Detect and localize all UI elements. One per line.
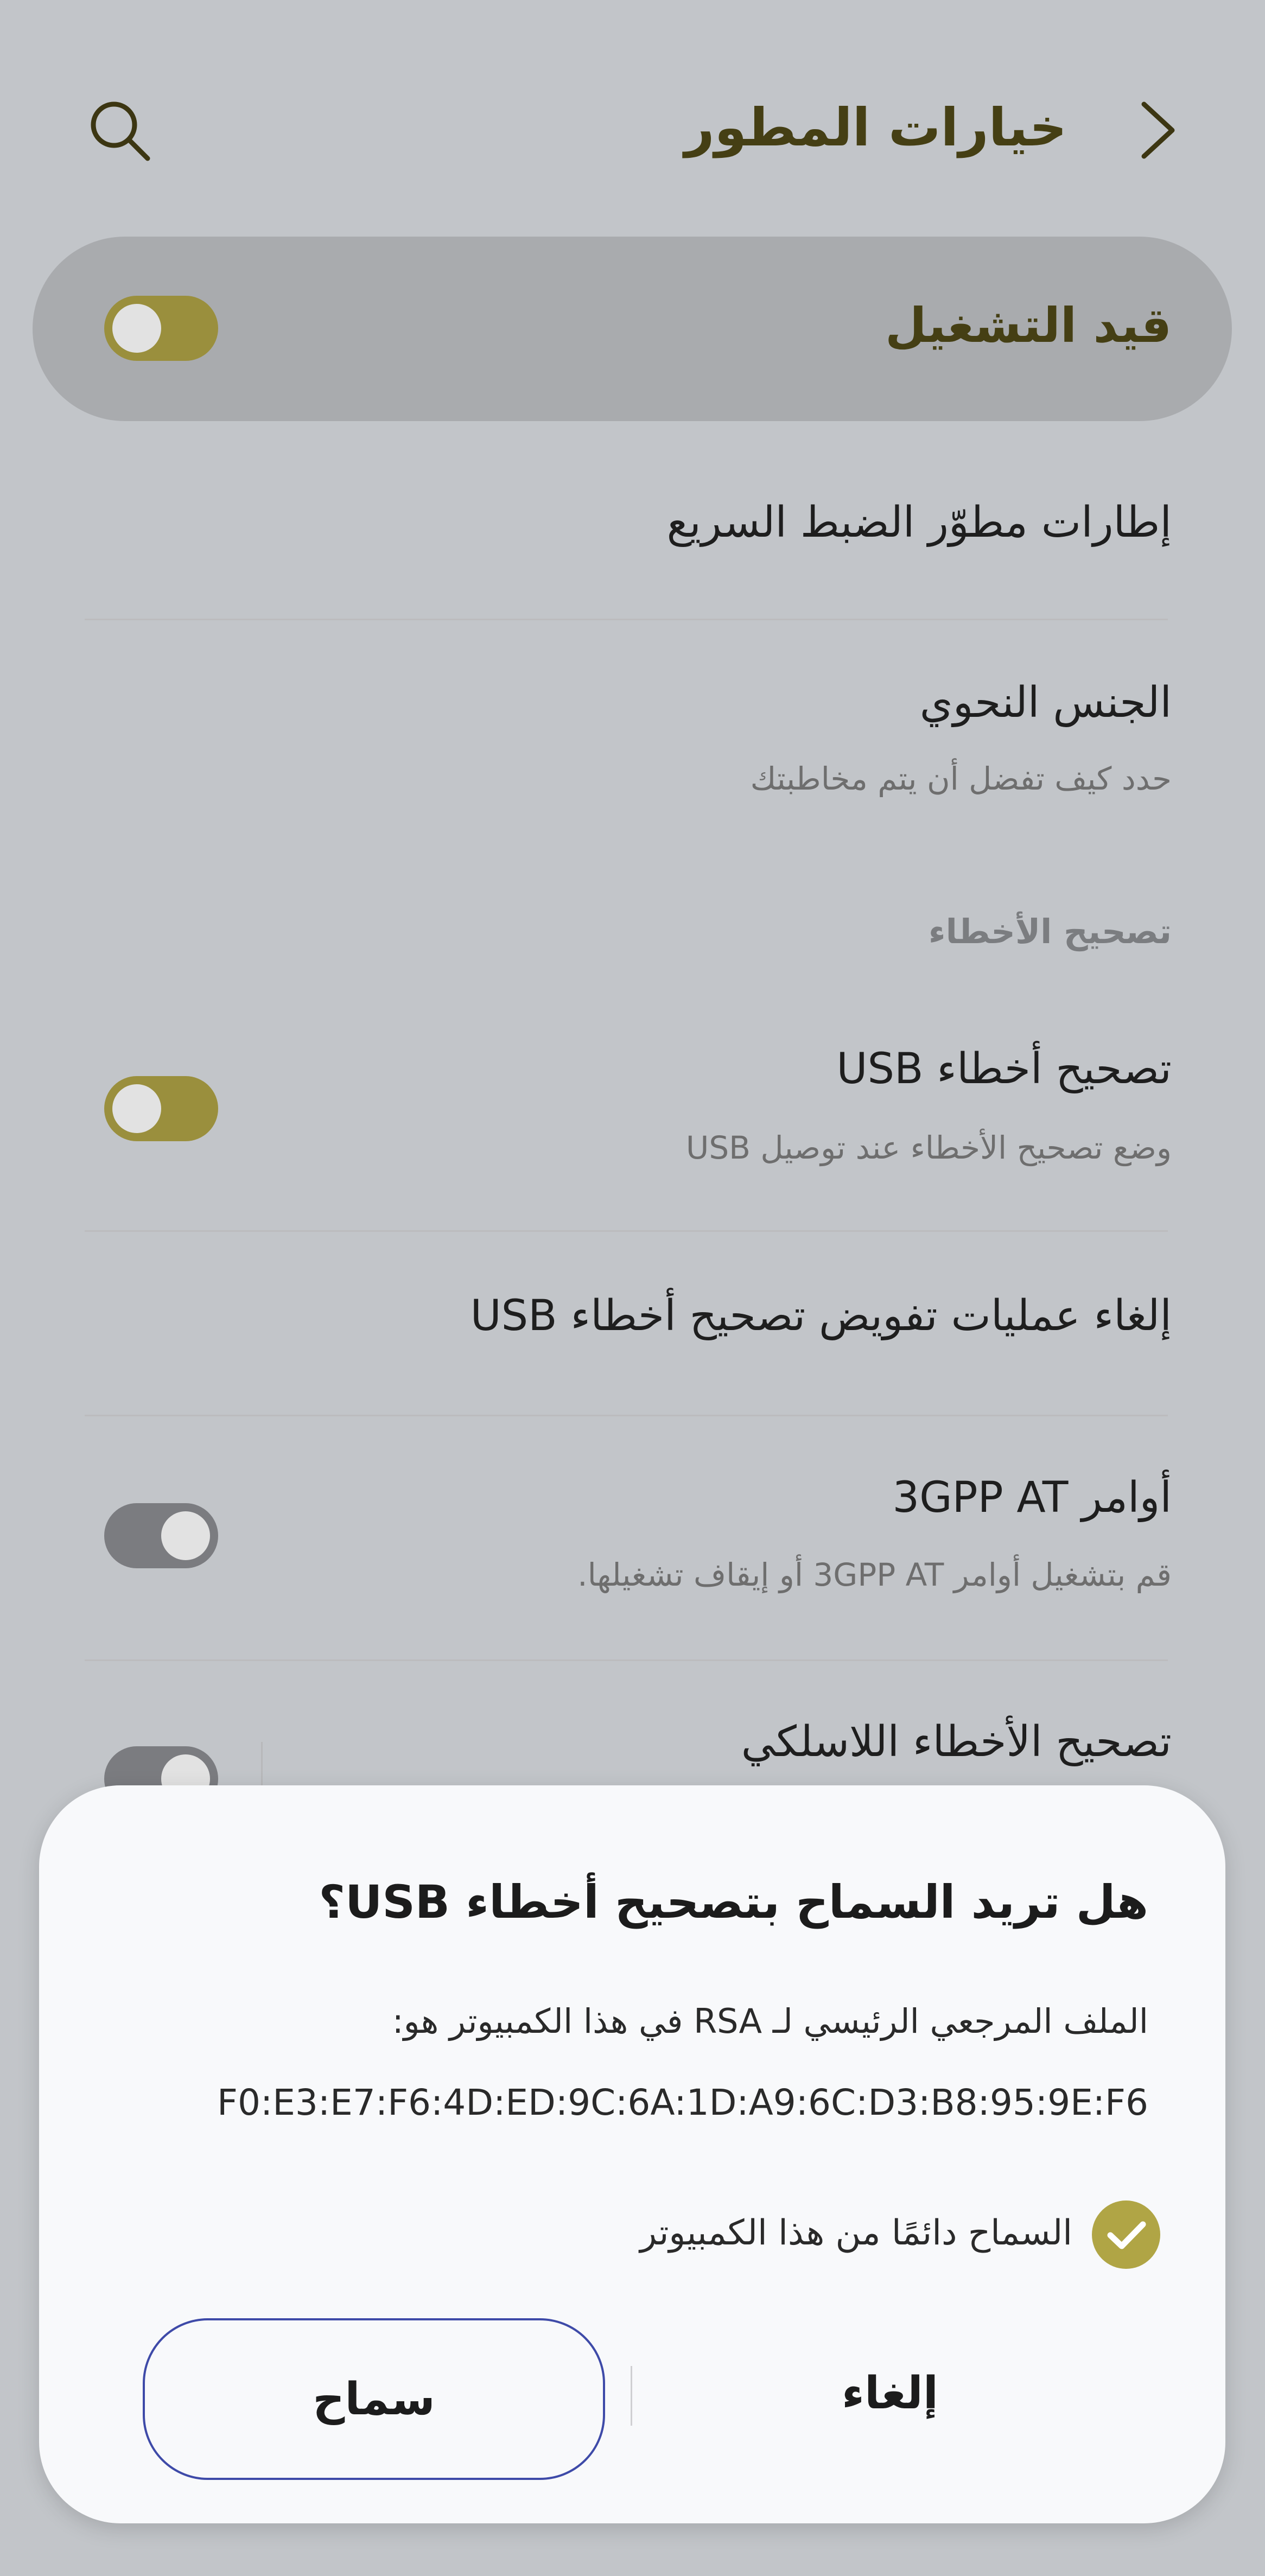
divider <box>85 1415 1168 1416</box>
revoke-usb-auth-item[interactable]: إلغاء عمليات تفويض تصحيح أخطاء USB <box>471 1286 1172 1346</box>
master-switch-label: قيد التشغيل <box>885 297 1172 353</box>
cancel-button[interactable]: إلغاء <box>635 2323 1145 2464</box>
usb-debugging-title[interactable]: تصحيح أخطاء USB <box>836 1039 1172 1099</box>
dialog-message: الملف المرجعي الرئيسي لـ RSA في هذا الكم… <box>392 2001 1148 2041</box>
always-allow-label[interactable]: السماح دائمًا من هذا الكمبيوتر <box>640 2203 1072 2263</box>
dialog-title: هل تريد السماح بتصحيح أخطاء USB؟ <box>319 1875 1148 1929</box>
divider <box>85 619 1168 620</box>
grammatical-gender-title[interactable]: الجنس النحوي <box>920 673 1172 733</box>
3gpp-at-commands-subtitle: قم بتشغيل أوامر 3GPP AT أو إيقاف تشغيلها… <box>577 1556 1172 1593</box>
button-divider <box>631 2366 632 2426</box>
chevron-right-icon[interactable] <box>1123 98 1188 163</box>
allow-button[interactable]: سماح <box>143 2318 605 2480</box>
usb-debugging-subtitle: وضع تصحيح الأخطاء عند توصيل USB <box>685 1129 1172 1166</box>
3gpp-at-commands-toggle[interactable] <box>104 1503 218 1568</box>
3gpp-at-commands-title[interactable]: أوامر 3GPP AT <box>892 1468 1172 1528</box>
wireless-debugging-title[interactable]: تصحيح الأخطاء اللاسلكي <box>741 1712 1172 1772</box>
quick-settings-tiles-item[interactable]: إطارات مطوّر الضبط السريع <box>667 493 1172 552</box>
divider <box>85 1230 1168 1232</box>
usb-debugging-toggle[interactable] <box>104 1076 218 1141</box>
rsa-fingerprint: F0:E3:E7:F6:4D:ED:9C:6A:1D:A9:6C:D3:B8:9… <box>217 2082 1148 2123</box>
section-header-debugging: تصحيح الأخطاء <box>928 912 1172 951</box>
search-icon[interactable] <box>87 98 152 163</box>
page-title: خيارات المطور <box>684 97 1067 158</box>
checkmark-icon[interactable] <box>1092 2200 1160 2269</box>
master-toggle[interactable] <box>104 296 218 361</box>
grammatical-gender-subtitle: حدد كيف تفضل أن يتم مخاطبتك <box>750 760 1172 797</box>
divider <box>85 1659 1168 1661</box>
